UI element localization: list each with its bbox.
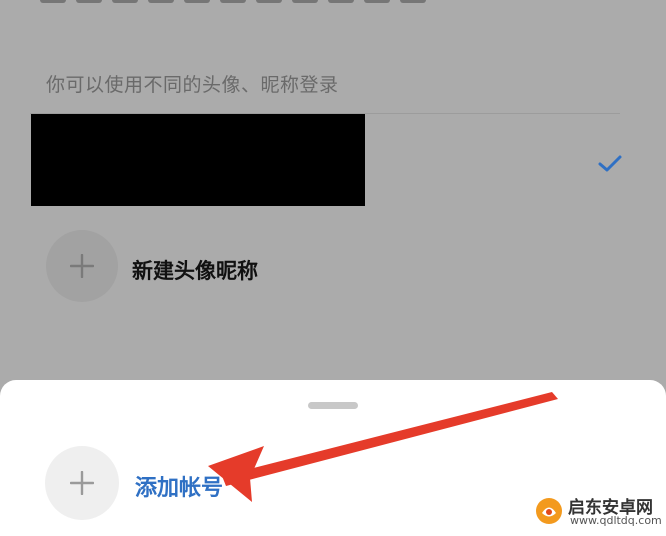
watermark: 启东安卓网 www.qdltdq.com bbox=[534, 492, 662, 530]
watermark-url: www.qdltdq.com bbox=[570, 514, 662, 527]
annotation-arrow bbox=[208, 392, 558, 502]
site-logo-icon bbox=[536, 498, 562, 524]
arrow-shaft bbox=[222, 392, 558, 486]
